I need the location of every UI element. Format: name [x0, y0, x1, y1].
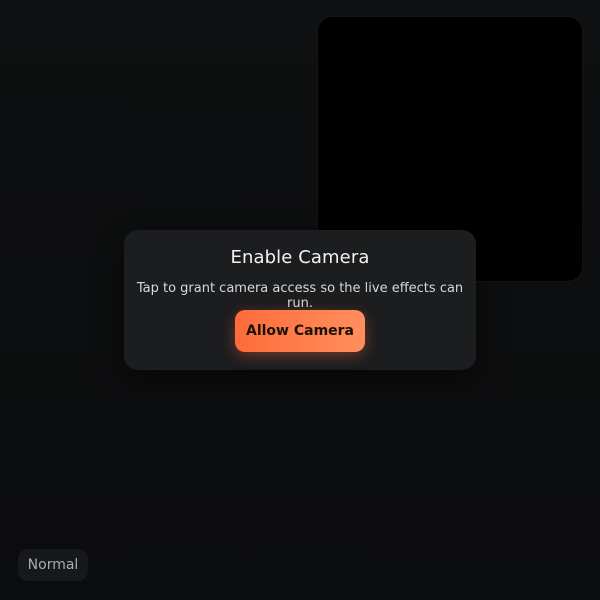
- camera-app-stage: Enable Camera Tap to grant camera access…: [0, 0, 600, 600]
- dialog-title: Enable Camera: [230, 247, 370, 268]
- enable-camera-dialog: Enable Camera Tap to grant camera access…: [124, 230, 476, 370]
- dialog-description: Tap to grant camera access so the live e…: [136, 281, 464, 311]
- allow-camera-button[interactable]: Allow Camera: [235, 310, 365, 352]
- mode-selector[interactable]: Normal: [18, 549, 88, 581]
